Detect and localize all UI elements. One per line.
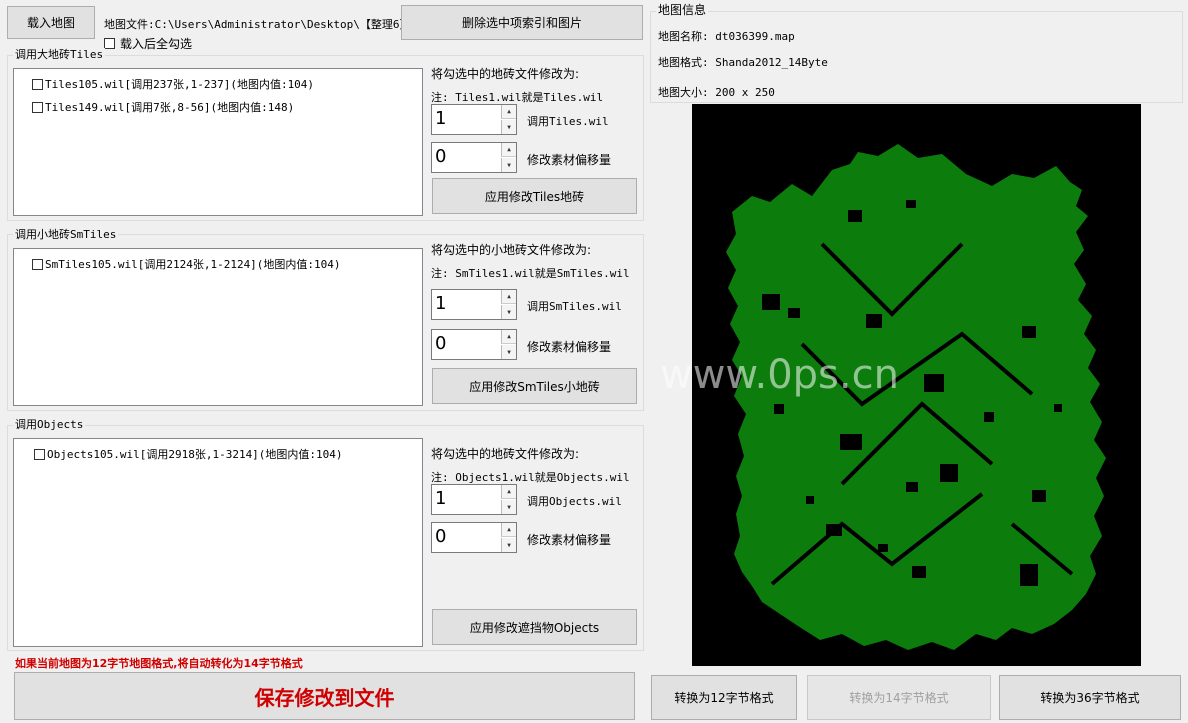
smtiles-modify-label: 将勾选中的小地砖文件修改为:: [431, 243, 592, 257]
stepper-value[interactable]: 0: [435, 146, 446, 167]
convert-36byte-button[interactable]: 转换为36字节格式: [999, 675, 1181, 720]
tiles-note: 注: Tiles1.wil就是Tiles.wil: [431, 91, 604, 104]
convert-12byte-button[interactable]: 转换为12字节格式: [651, 675, 797, 720]
checkbox-box[interactable]: [32, 101, 43, 113]
objects-offset-label: 修改素材偏移量: [527, 533, 612, 547]
apply-tiles-button[interactable]: 应用修改Tiles地砖: [432, 178, 637, 214]
map-name-label: 地图名称: dt036399.map: [658, 30, 795, 43]
load-map-button[interactable]: 载入地图: [7, 6, 95, 39]
stepper-value[interactable]: 0: [435, 333, 446, 354]
tiles-offset-stepper[interactable]: 0 ▲ ▼: [431, 142, 517, 173]
spin-down-icon[interactable]: ▼: [501, 345, 516, 359]
map-file-label: 地图文件:C:\Users\Administrator\Desktop\【整理6…: [104, 18, 418, 31]
map-preview-image: [726, 144, 1106, 650]
list-item-label: SmTiles105.wil[调用2124张,1-2124](地图内值:104): [45, 258, 341, 271]
objects-offset-stepper[interactable]: 0 ▲ ▼: [431, 522, 517, 553]
list-item-label: Objects105.wil[调用2918张,1-3214](地图内值:104): [47, 448, 343, 461]
spin-up-icon[interactable]: ▲: [501, 330, 516, 344]
format-warning: 如果当前地图为12字节地图格式,将自动转化为14字节格式: [15, 657, 303, 670]
stepper-value[interactable]: 1: [435, 488, 446, 509]
spin-up-icon[interactable]: ▲: [501, 290, 516, 304]
objects-note: 注: Objects1.wil就是Objects.wil: [431, 471, 630, 484]
tiles-modify-label: 将勾选中的地砖文件修改为:: [431, 67, 580, 81]
list-item[interactable]: Tiles105.wil[调用237张,1-237](地图内值:104): [32, 76, 314, 92]
spin-up-icon[interactable]: ▲: [501, 105, 516, 119]
checkbox-box[interactable]: [32, 258, 43, 270]
spin-down-icon[interactable]: ▼: [501, 538, 516, 552]
checkbox-box[interactable]: [104, 38, 115, 49]
objects-index-stepper[interactable]: 1 ▲ ▼: [431, 484, 517, 515]
stepper-value[interactable]: 1: [435, 293, 446, 314]
list-item[interactable]: Tiles149.wil[调用7张,8-56](地图内值:148): [32, 99, 294, 115]
spin-down-icon[interactable]: ▼: [501, 120, 516, 134]
stepper-value[interactable]: 0: [435, 526, 446, 547]
spin-down-icon[interactable]: ▼: [501, 500, 516, 514]
smtiles-offset-stepper[interactable]: 0 ▲ ▼: [431, 329, 517, 360]
list-item[interactable]: SmTiles105.wil[调用2124张,1-2124](地图内值:104): [32, 256, 341, 272]
checkbox-box[interactable]: [34, 448, 45, 460]
stepper-value[interactable]: 1: [435, 108, 446, 129]
select-all-checkbox[interactable]: 载入后全勾选: [104, 35, 192, 52]
tiles-index-label: 调用Tiles.wil: [527, 115, 609, 128]
map-format-label: 地图格式: Shanda2012_14Byte: [658, 56, 828, 69]
save-button[interactable]: 保存修改到文件: [14, 672, 635, 720]
delete-selected-button[interactable]: 删除选中项索引和图片: [401, 5, 643, 40]
tiles-list[interactable]: Tiles105.wil[调用237张,1-237](地图内值:104) Til…: [13, 68, 423, 216]
list-item-label: Tiles105.wil[调用237张,1-237](地图内值:104): [45, 78, 315, 91]
smtiles-index-stepper[interactable]: 1 ▲ ▼: [431, 289, 517, 320]
select-all-label: 载入后全勾选: [120, 37, 193, 51]
tiles-index-stepper[interactable]: 1 ▲ ▼: [431, 104, 517, 135]
spin-up-icon[interactable]: ▲: [501, 523, 516, 537]
map-preview[interactable]: [692, 104, 1141, 666]
smtiles-index-label: 调用SmTiles.wil: [527, 300, 622, 313]
spin-down-icon[interactable]: ▼: [501, 305, 516, 319]
spin-up-icon[interactable]: ▲: [501, 485, 516, 499]
objects-group-title: 调用Objects: [13, 418, 86, 431]
list-item[interactable]: Objects105.wil[调用2918张,1-3214](地图内值:104): [34, 446, 343, 462]
objects-list[interactable]: Objects105.wil[调用2918张,1-3214](地图内值:104): [13, 438, 423, 647]
spin-up-icon[interactable]: ▲: [501, 143, 516, 157]
smtiles-group-title: 调用小地砖SmTiles: [13, 228, 119, 241]
smtiles-offset-label: 修改素材偏移量: [527, 340, 612, 354]
apply-smtiles-button[interactable]: 应用修改SmTiles小地砖: [432, 368, 637, 404]
smtiles-list[interactable]: SmTiles105.wil[调用2124张,1-2124](地图内值:104): [13, 248, 423, 406]
objects-modify-label: 将勾选中的地砖文件修改为:: [431, 447, 580, 461]
map-info-title: 地图信息: [656, 3, 709, 17]
objects-index-label: 调用Objects.wil: [527, 495, 622, 508]
spin-down-icon[interactable]: ▼: [501, 158, 516, 172]
smtiles-note: 注: SmTiles1.wil就是SmTiles.wil: [431, 267, 630, 280]
convert-14byte-button: 转换为14字节格式: [807, 675, 991, 720]
map-size-label: 地图大小: 200 x 250: [658, 86, 775, 99]
apply-objects-button[interactable]: 应用修改遮挡物Objects: [432, 609, 637, 645]
list-item-label: Tiles149.wil[调用7张,8-56](地图内值:148): [45, 101, 295, 114]
tiles-offset-label: 修改素材偏移量: [527, 153, 612, 167]
checkbox-box[interactable]: [32, 78, 43, 90]
tiles-group-title: 调用大地砖Tiles: [13, 48, 106, 61]
